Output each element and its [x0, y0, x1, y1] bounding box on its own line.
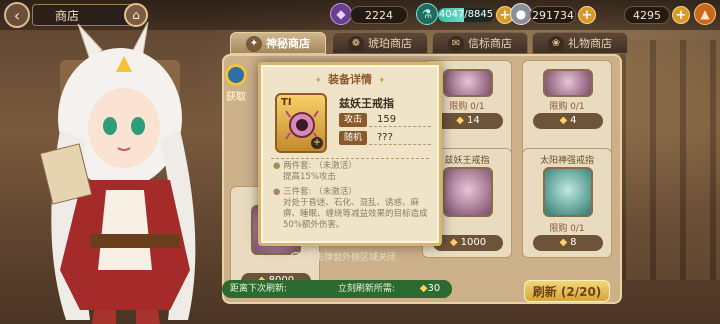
- add-carrot-button[interactable]: +: [672, 6, 690, 24]
- stat-row-random: 随机 ???: [339, 131, 431, 145]
- stat-tag: 攻击: [339, 113, 367, 127]
- slot-limit: 限购 0/1: [549, 102, 585, 112]
- refresh-cost: ◆30: [408, 280, 452, 298]
- bullet-icon: ●: [273, 187, 284, 197]
- item-icon: [443, 167, 493, 217]
- item-icon: [443, 69, 493, 97]
- stat-row-attack: 攻击 159: [339, 113, 431, 127]
- currency-icon: ◆: [559, 115, 568, 126]
- set-bonus-desc: 提高15%攻击: [283, 172, 336, 182]
- currency-icon: ◆: [456, 115, 464, 126]
- stat-value: ???: [377, 132, 393, 143]
- set-bonus-head: 两件套: （未激活）: [283, 161, 357, 171]
- set-bonus-desc: 对处于昏迷、石化、混乱、诱惑、麻痹、睡眠、缠绕等减益效果的目标造成50%额外伤害…: [283, 198, 428, 230]
- refresh-cost-label: 立刻刷新所需:: [337, 284, 395, 294]
- refresh-button[interactable]: 刷新 (2/20): [524, 280, 610, 302]
- amber-shop-icon: ❁: [348, 36, 364, 52]
- slot-name: 太阳神强戒指: [539, 156, 594, 166]
- set-bonus-head: 三件套: （未激活）: [283, 187, 357, 197]
- shop-slot[interactable]: 太阳神强戒指 限购 0/1 ◆ 8: [522, 148, 612, 258]
- info-icon: i: [290, 252, 302, 264]
- shopkeeper-character: [39, 21, 196, 324]
- crystal-count: 2224: [350, 6, 408, 24]
- slot-price: ◆ 1000: [433, 235, 503, 251]
- tab-mystery-shop[interactable]: ✦ 神秘商店: [230, 32, 326, 54]
- slot-price: ◆ 4: [533, 113, 603, 129]
- carrot-icon: ▲: [694, 3, 716, 25]
- tab-amber-shop[interactable]: ❁ 琥珀商店: [332, 32, 428, 54]
- tab-label: 琥珀商店: [368, 37, 412, 50]
- gift-shop-icon: ❀: [548, 36, 564, 52]
- currency-icon: ◆: [449, 237, 458, 248]
- slot-limit: 限购 0/1: [549, 224, 585, 234]
- close-hint: i 点击弹窗外侧区域关闭: [290, 250, 396, 264]
- slot-price: ◆ 14: [433, 113, 503, 129]
- magnifier-icon: [225, 64, 247, 86]
- stamina-icon: ⚗: [416, 3, 438, 25]
- section-divider: [271, 158, 429, 159]
- add-coin-button[interactable]: +: [578, 6, 596, 24]
- plus-icon: +: [311, 137, 323, 149]
- tab-beacon-shop[interactable]: ✉ 信标商店: [432, 32, 528, 54]
- set-bonus-two: ● 两件套: （未激活） 提高15%攻击: [273, 161, 429, 183]
- item-name: 兹妖王戒指: [339, 97, 394, 110]
- item-frame: TI +: [275, 93, 327, 153]
- item-icon: [543, 167, 593, 217]
- stat-value: 159: [377, 114, 397, 125]
- slot-price: ◆ 8: [533, 235, 603, 251]
- fetch-button[interactable]: 获取: [222, 64, 250, 104]
- tab-label: 礼物商店: [568, 37, 612, 50]
- coin-count: 291734: [530, 6, 576, 24]
- mystery-shop-icon: ✦: [246, 36, 262, 52]
- beacon-shop-icon: ✉: [448, 36, 464, 52]
- tab-label: 神秘商店: [266, 37, 310, 50]
- set-bonus-three: ● 三件套: （未激活） 对处于昏迷、石化、混乱、诱惑、麻痹、睡眠、缠绕等减益效…: [273, 187, 429, 231]
- stat-divider: [369, 126, 431, 127]
- tab-gift-shop[interactable]: ❀ 礼物商店: [532, 32, 628, 54]
- crystal-icon: ◆: [330, 3, 352, 25]
- tab-label: 信标商店: [468, 37, 512, 50]
- stamina-text: 4047/8845: [438, 9, 494, 20]
- coin-icon: ●: [510, 3, 532, 25]
- stat-divider: [369, 144, 431, 145]
- stat-tag: 随机: [339, 131, 367, 145]
- currency-icon: ◆: [559, 237, 568, 248]
- equipment-detail-modal: 装备详情 TI + 兹妖王戒指 攻击 159 随机 ??? ● 两件套: （未激…: [258, 62, 442, 246]
- modal-title: 装备详情: [261, 71, 439, 87]
- close-hint-text: 点击弹窗外侧区域关闭: [306, 253, 397, 263]
- carrot-count: 4295: [624, 6, 670, 24]
- item-icon: [543, 69, 593, 97]
- fetch-label: 获取: [226, 92, 246, 103]
- bullet-icon: ●: [273, 161, 284, 171]
